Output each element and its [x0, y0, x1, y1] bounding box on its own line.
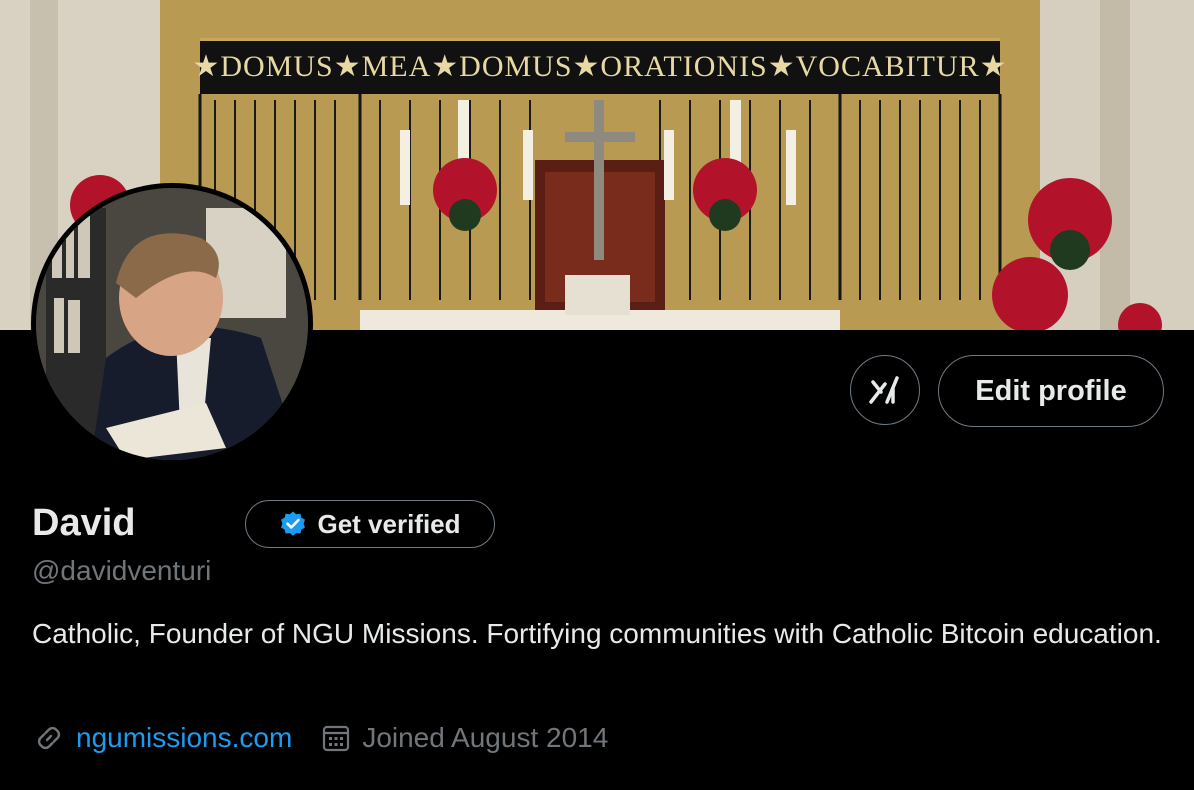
- joined-date: Joined August 2014: [362, 722, 609, 753]
- user-handle: @davidventuri: [32, 555, 212, 586]
- display-name: David: [32, 502, 136, 544]
- edit-profile-button[interactable]: Edit profile: [938, 355, 1164, 427]
- banner-inscription: ★DOMUS★MEA★DOMUS★ORATIONIS★VOCABITUR★: [192, 49, 1008, 83]
- get-verified-label: Get verified: [317, 508, 461, 539]
- avatar-image: [36, 188, 308, 460]
- verified-badge-icon: [281, 511, 306, 536]
- grok-button[interactable]: [850, 355, 920, 425]
- avatar[interactable]: [31, 183, 313, 465]
- profile-photo: [36, 188, 308, 460]
- website-link[interactable]: ngumissions.com: [76, 722, 292, 754]
- grok-icon: [869, 376, 899, 404]
- profile-meta: ngumissions.com Joined August 2014: [32, 718, 608, 758]
- profile-bio: Catholic, Founder of NGU Missions. Forti…: [32, 618, 1162, 649]
- calendar-icon: [323, 725, 350, 752]
- link-icon: [37, 726, 61, 750]
- get-verified-button[interactable]: Get verified: [245, 500, 495, 548]
